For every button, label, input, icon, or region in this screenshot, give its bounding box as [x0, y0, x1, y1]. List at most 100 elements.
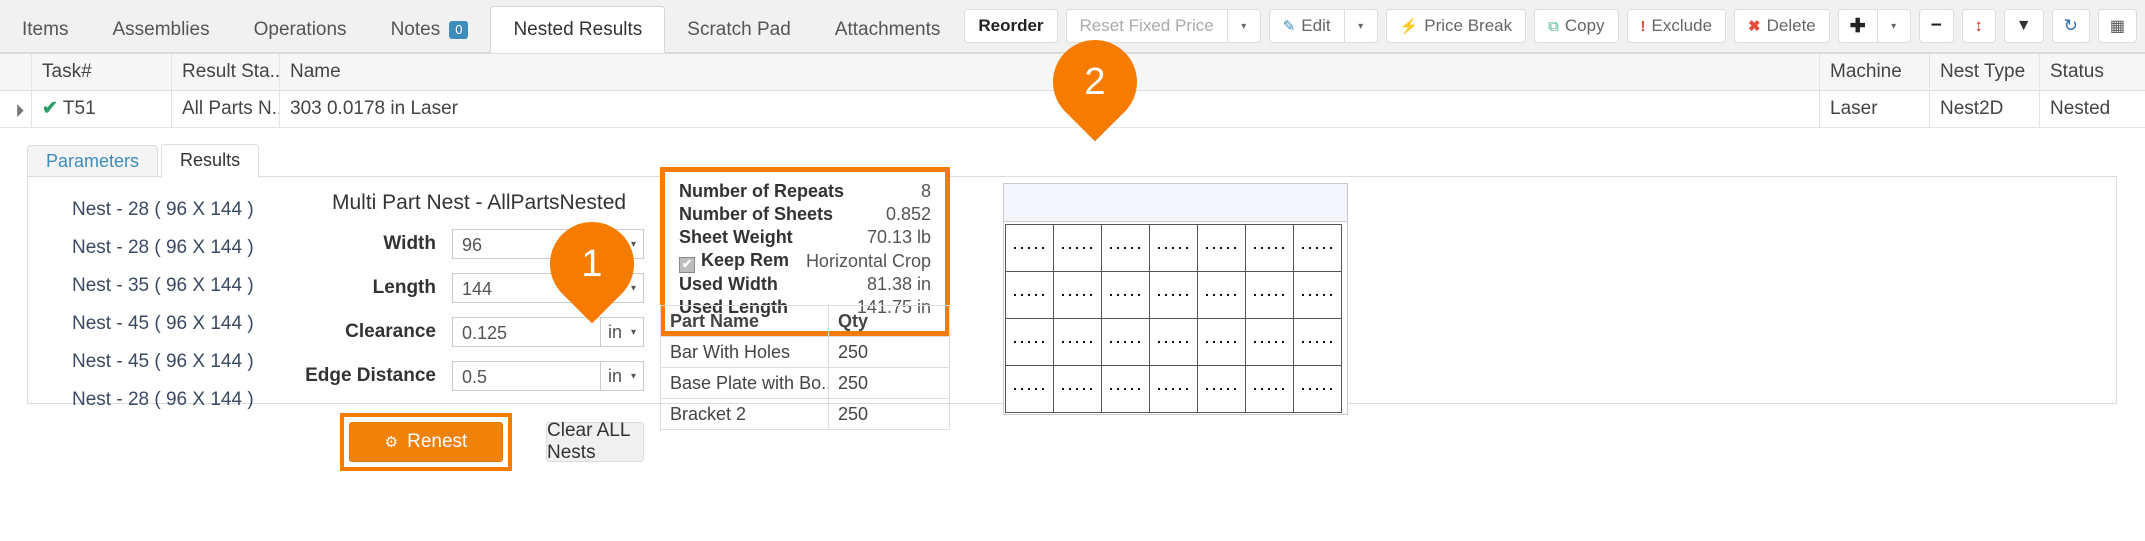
tab-notes[interactable]: Notes0 [369, 8, 491, 52]
hole-dot [1014, 294, 1016, 296]
subtab-results[interactable]: Results [161, 144, 259, 178]
exclude-button[interactable]: !Exclude [1627, 9, 1726, 43]
hole-dot [1062, 247, 1064, 249]
hole-dot [1213, 247, 1215, 249]
renest-button[interactable]: ⚙ Renest [349, 422, 503, 462]
resize-rows-button[interactable]: ↕ [1962, 9, 1996, 43]
row-machine: Laser [1820, 91, 1930, 127]
tab-attachments[interactable]: Attachments [813, 8, 963, 52]
edit-button[interactable]: ✎Edit [1269, 9, 1345, 43]
hole-dot [1028, 294, 1030, 296]
list-item[interactable]: Nest - 35 ( 96 X 144 ) [36, 267, 316, 305]
edit-caret[interactable]: ▾ [1344, 9, 1378, 43]
part-holes [1062, 388, 1092, 390]
nest-diagram[interactable] [1003, 183, 1348, 415]
row-nest-type: Nest2D [1930, 91, 2040, 127]
table-row[interactable]: Bar With Holes250 [661, 337, 949, 368]
reorder-button[interactable]: Reorder [964, 9, 1057, 43]
list-item[interactable]: Nest - 28 ( 96 X 144 ) [36, 229, 316, 267]
info-label[interactable]: ✔Keep Rem [679, 249, 789, 273]
copy-button[interactable]: ⧉Copy [1534, 9, 1618, 43]
tab-assemblies[interactable]: Assemblies [90, 8, 231, 52]
tab-scratch-pad[interactable]: Scratch Pad [665, 8, 813, 52]
part-name-cell: Bracket 2 [661, 399, 829, 429]
hole-dot [1282, 247, 1284, 249]
grid-header-name[interactable]: Name [280, 54, 1820, 90]
row-expander[interactable]: ◢ [0, 91, 32, 127]
table-row[interactable]: Base Plate with Bo...250 [661, 368, 949, 399]
renest-label: Renest [407, 431, 467, 453]
hole-dot [1042, 294, 1044, 296]
hole-dot [1131, 388, 1133, 390]
grid-header-status[interactable]: Status [2040, 54, 2145, 90]
nest-form-buttons: ⚙ Renest Clear ALL Nests [340, 413, 644, 471]
plus-icon: ✚ [1850, 17, 1866, 36]
grid-header-task[interactable]: Task# [32, 54, 172, 90]
hole-dot [1220, 388, 1222, 390]
nest-part-cell [1101, 271, 1150, 319]
part-holes [1158, 247, 1188, 249]
tab-operations[interactable]: Operations [232, 8, 369, 52]
reset-fixed-price-caret[interactable]: ▾ [1227, 9, 1261, 43]
hole-dot [1042, 388, 1044, 390]
remove-button[interactable]: − [1919, 9, 1954, 43]
tab-nested-results[interactable]: Nested Results [490, 6, 665, 53]
hole-dot [1220, 247, 1222, 249]
parts-table-header-qty: Qty [829, 306, 949, 336]
chevron-down-icon: ▾ [1241, 21, 1246, 32]
nest-part-cell [1293, 365, 1342, 413]
hole-dot [1261, 294, 1263, 296]
chevron-down-icon: ▾ [1358, 21, 1363, 32]
hole-dot [1316, 247, 1318, 249]
list-item[interactable]: Nest - 28 ( 96 X 144 ) [36, 191, 316, 229]
exclamation-icon: ! [1641, 19, 1646, 34]
hole-dot [1268, 341, 1270, 343]
clear-all-nests-button[interactable]: Clear ALL Nests [546, 422, 644, 462]
reset-fixed-price-button[interactable]: Reset Fixed Price [1066, 9, 1228, 43]
part-holes [1158, 341, 1188, 343]
check-icon: ✔ [42, 98, 58, 119]
chevron-down-icon: ▾ [1891, 21, 1896, 32]
nest-part-cell [1245, 271, 1294, 319]
chevron-down-icon: ▾ [631, 371, 636, 382]
hole-dot [1158, 294, 1160, 296]
grid-header-nest-type[interactable]: Nest Type [1930, 54, 2040, 90]
nest-part-cell [1053, 365, 1102, 413]
checkbox-checked-icon[interactable]: ✔ [679, 257, 695, 273]
nest-list: Nest - 28 ( 96 X 144 )Nest - 28 ( 96 X 1… [36, 177, 316, 419]
hole-dot [1254, 247, 1256, 249]
tab-items[interactable]: Items [0, 8, 90, 52]
field-input[interactable]: 0.125 [452, 317, 600, 347]
nest-part-cell [1005, 224, 1054, 272]
grid-header-machine[interactable]: Machine [1820, 54, 1930, 90]
info-label: Used Width [679, 273, 778, 296]
edit-label: Edit [1301, 16, 1330, 36]
hole-dot [1323, 388, 1325, 390]
part-qty-cell: 250 [829, 368, 949, 398]
subtab-parameters[interactable]: Parameters [27, 145, 158, 177]
grid-header-result-status[interactable]: Result Sta... [172, 54, 280, 90]
callout-2-number: 2 [1053, 40, 1137, 124]
table-row[interactable]: Bracket 2250 [661, 399, 949, 430]
unit-select[interactable]: in▾ [600, 361, 644, 391]
list-item[interactable]: Nest - 28 ( 96 X 144 ) [36, 381, 316, 419]
filter-button[interactable]: ▼ [2004, 9, 2044, 43]
info-row: Used Width81.38 in [679, 273, 931, 296]
row-status: Nested [2040, 91, 2145, 127]
add-caret[interactable]: ▾ [1877, 9, 1911, 43]
list-item[interactable]: Nest - 45 ( 96 X 144 ) [36, 305, 316, 343]
list-item[interactable]: Nest - 45 ( 96 X 144 ) [36, 343, 316, 381]
delete-button[interactable]: ✖Delete [1734, 9, 1830, 43]
info-value: 8 [921, 180, 931, 203]
columns-button[interactable]: ▦ [2098, 9, 2137, 43]
unit-select[interactable]: in▾ [600, 317, 644, 347]
chevron-down-icon: ▾ [631, 327, 636, 338]
hole-dot [1083, 247, 1085, 249]
close-x-icon: ✖ [1748, 19, 1761, 34]
refresh-button[interactable]: ↻ [2052, 9, 2090, 43]
price-break-button[interactable]: ⚡Price Break [1386, 9, 1527, 43]
field-input[interactable]: 0.5 [452, 361, 600, 391]
hole-dot [1234, 341, 1236, 343]
part-holes [1158, 388, 1188, 390]
add-button[interactable]: ✚ [1838, 9, 1878, 43]
